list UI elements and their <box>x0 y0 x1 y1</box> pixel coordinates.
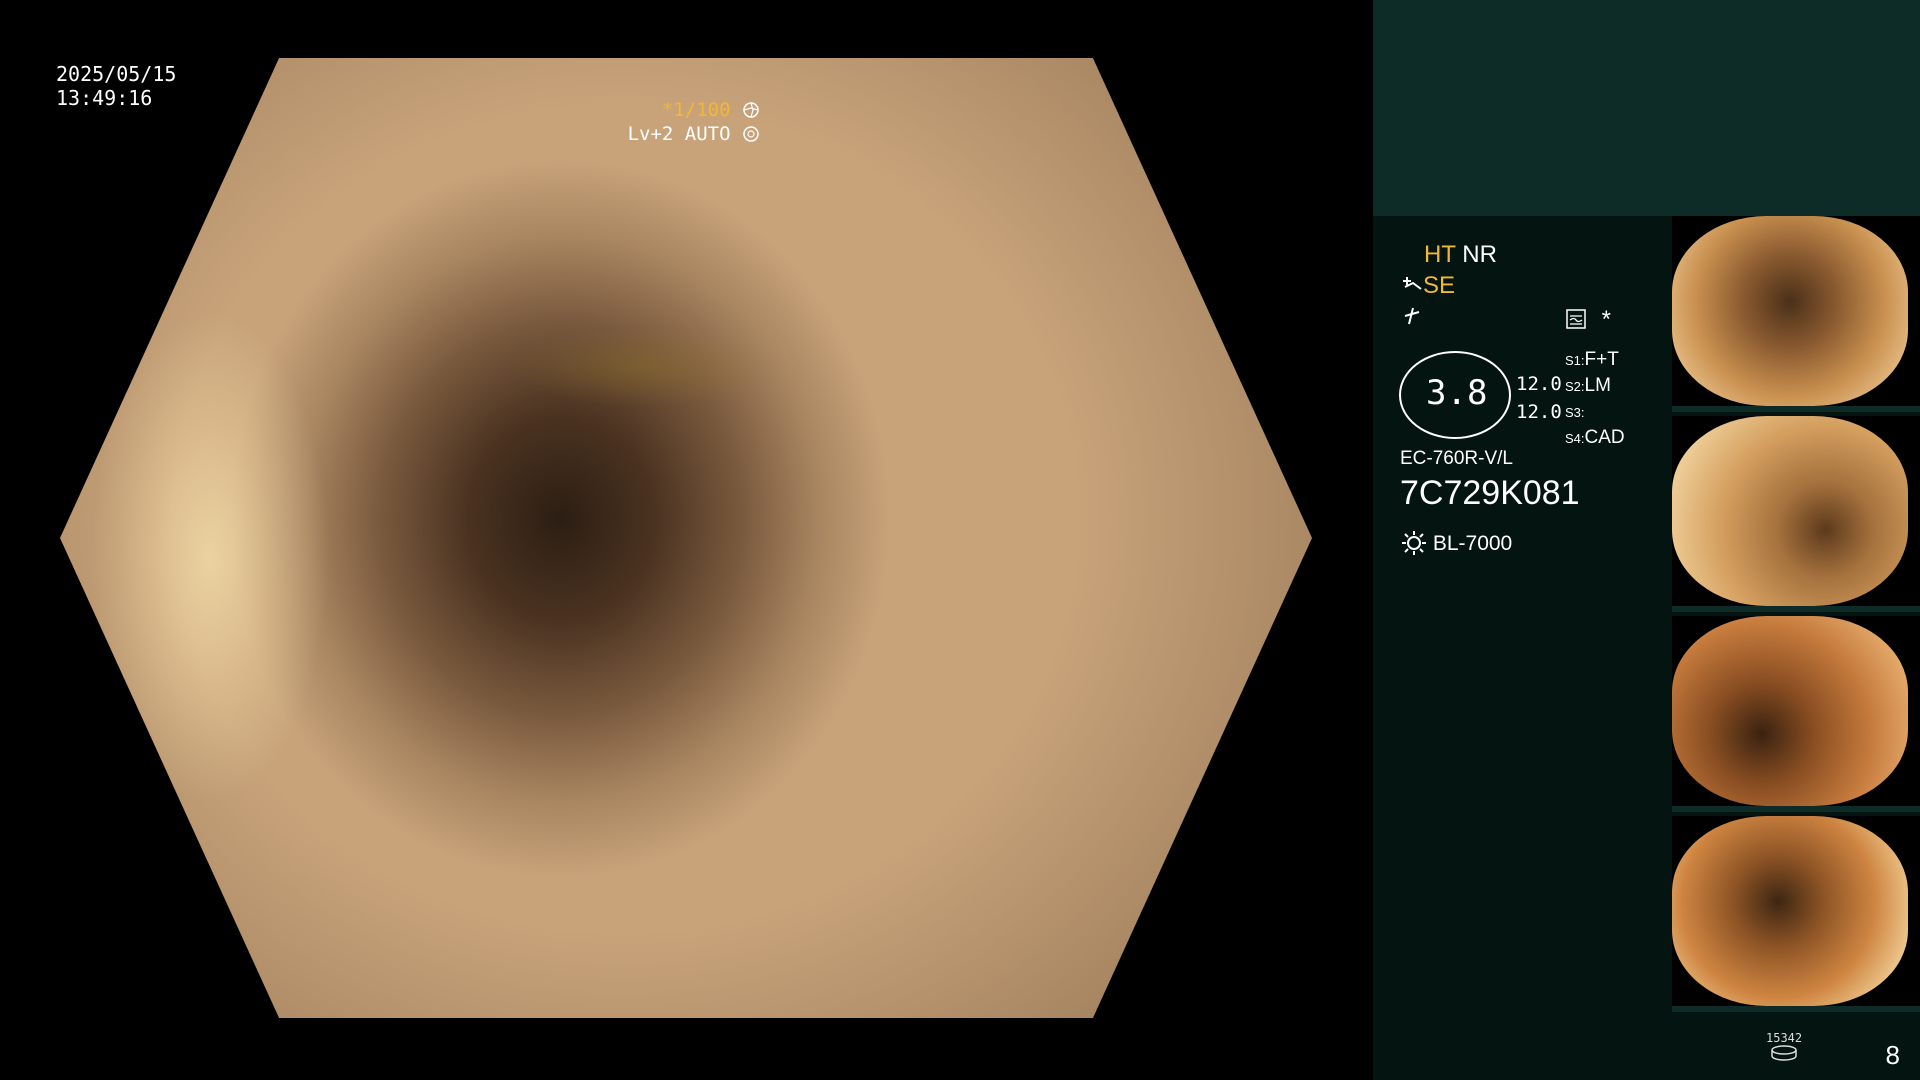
panel-header <box>1373 0 1920 216</box>
image-counter: 8 <box>1885 1040 1900 1070</box>
iris-icon <box>743 126 759 142</box>
scope-switches: S1:F+T S2:LM S3: S4:CAD <box>1565 347 1625 451</box>
level-label: Lv+2 AUTO <box>627 123 731 145</box>
switch-s4: S4:CAD <box>1565 427 1625 448</box>
switch-s2: S2:LM <box>1565 375 1611 396</box>
ring-value: 3.8 <box>1426 373 1488 413</box>
shutter-speed: 1/100 <box>673 99 731 121</box>
sharpness-icon <box>1404 307 1420 325</box>
value-2: 12.0 <box>1516 401 1562 423</box>
endoscopic-image <box>60 58 1312 1018</box>
exposure-info: *1/100 Lv+2 AUTO <box>628 98 760 146</box>
scope-serial: 7C729K081 <box>1400 474 1580 512</box>
ht-nr-row: HT NR <box>1424 241 1497 269</box>
monitor-icon <box>1566 309 1586 329</box>
storage-label: 15342 <box>1766 1031 1803 1045</box>
shutter-prefix: * <box>661 99 674 121</box>
endoscope-view: 2025/05/15 13:49:16 *1/100 Lv+2 AUTO <box>0 0 1372 1080</box>
thumbnail[interactable] <box>1672 416 1920 612</box>
light-source: BL-7000 <box>1401 530 1512 556</box>
sharpness-row <box>1401 304 1423 331</box>
datetime: 2025/05/15 13:49:16 <box>56 62 176 110</box>
switch-s1: S1:F+T <box>1565 349 1619 370</box>
switch-s3: S3: <box>1565 405 1585 420</box>
light-label: BL-7000 <box>1432 532 1513 555</box>
nr-label: NR <box>1462 241 1497 268</box>
disk-icon <box>1771 1045 1797 1061</box>
value-column: 12.0 12.0 <box>1516 370 1562 426</box>
time-label: 13:49:16 <box>56 86 153 110</box>
value-1: 12.0 <box>1516 373 1562 395</box>
ht-label: HT <box>1424 241 1456 268</box>
thumbnail[interactable] <box>1672 616 1920 812</box>
star-label: * <box>1601 306 1612 333</box>
storage-indicator: 15342 <box>1766 1031 1802 1064</box>
sun-icon <box>1402 531 1426 555</box>
thumbnail[interactable] <box>1672 216 1920 412</box>
se-row: SE <box>1401 272 1455 300</box>
aperture-icon <box>743 102 759 118</box>
thumbnail[interactable] <box>1672 816 1920 1012</box>
date-label: 2025/05/15 <box>56 62 177 86</box>
shutter-row: *1/100 <box>628 98 760 122</box>
thumbnail-strip <box>1672 216 1920 1016</box>
level-row: Lv+2 AUTO <box>628 122 760 146</box>
enhance-icon <box>1403 277 1422 290</box>
scope-model: EC-760R-V/L <box>1400 448 1513 469</box>
monitor-row: * <box>1565 306 1611 334</box>
se-label: SE <box>1423 272 1456 299</box>
